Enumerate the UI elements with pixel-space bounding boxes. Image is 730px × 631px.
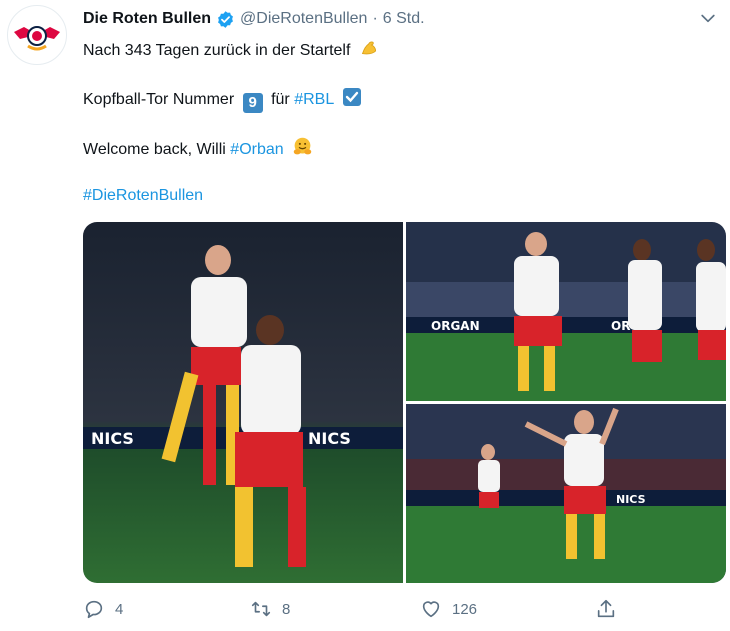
- reply-count: 4: [115, 600, 124, 618]
- tweet-text: Welcome back, Willi: [83, 141, 226, 158]
- player-celebration-photo: NICS NICS: [83, 222, 403, 583]
- team-celebration-photo: ORGAN ORGA: [406, 222, 726, 401]
- header-separator: ·: [372, 10, 378, 27]
- author-avatar[interactable]: [7, 5, 67, 65]
- tweet-header: Die Roten Bullen @DieRotenBullen · 6 Std…: [83, 8, 425, 30]
- retweet-icon: [251, 601, 271, 617]
- hugging-face-icon: [293, 137, 312, 155]
- reply-button[interactable]: 4: [83, 595, 123, 623]
- media-photo-1[interactable]: NICS NICS: [83, 222, 403, 583]
- chevron-down-icon[interactable]: [698, 8, 718, 28]
- svg-text:NICS: NICS: [308, 429, 351, 448]
- svg-text:ORGAN: ORGAN: [431, 319, 480, 333]
- like-count: 126: [452, 600, 478, 618]
- like-button[interactable]: 126: [420, 595, 477, 623]
- reply-icon: [85, 600, 103, 619]
- tweet-time[interactable]: 6 Std.: [383, 10, 425, 28]
- tweet-text: Kopfball-Tor Nummer: [83, 91, 235, 108]
- tweet-action-bar: 4 8 126: [83, 595, 643, 623]
- tweet-text: für: [271, 91, 290, 108]
- hashtag-link[interactable]: #DieRotenBullen: [83, 187, 203, 204]
- hashtag-link[interactable]: #Orban: [230, 141, 283, 158]
- author-handle[interactable]: @DieRotenBullen: [240, 10, 367, 28]
- media-photo-2[interactable]: ORGAN ORGA: [406, 222, 726, 401]
- tweet-line-3: Welcome back, Willi #Orban: [83, 136, 313, 160]
- hashtag-link[interactable]: #RBL: [294, 91, 333, 108]
- verified-badge-icon: [218, 10, 233, 28]
- heart-icon: [422, 601, 440, 618]
- media-grid: NICS NICS ORGAN ORGA: [83, 222, 726, 583]
- tweet-line-1: Nach 343 Tagen zurück in der Startelf: [83, 37, 380, 61]
- svg-text:NICS: NICS: [616, 493, 646, 506]
- tweet-line-4: #DieRotenBullen: [83, 186, 203, 206]
- keycap-nine-icon: 9: [242, 93, 263, 113]
- share-icon: [597, 599, 615, 618]
- svg-text:NICS: NICS: [91, 429, 134, 448]
- player-running-photo: NICS: [406, 404, 726, 583]
- retweet-button[interactable]: 8: [250, 595, 290, 623]
- share-button[interactable]: [595, 595, 617, 623]
- tweet-text: Nach 343 Tagen zurück in der Startelf: [83, 42, 351, 59]
- retweet-count: 8: [282, 600, 291, 618]
- rb-leipzig-logo: [9, 7, 65, 63]
- check-box-icon: [343, 88, 362, 106]
- tweet-line-2: Kopfball-Tor Nummer 9 für #RBL: [83, 87, 362, 113]
- flexed-biceps-icon: [361, 41, 376, 55]
- media-photo-3[interactable]: NICS: [406, 404, 726, 583]
- author-name[interactable]: Die Roten Bullen: [83, 10, 211, 28]
